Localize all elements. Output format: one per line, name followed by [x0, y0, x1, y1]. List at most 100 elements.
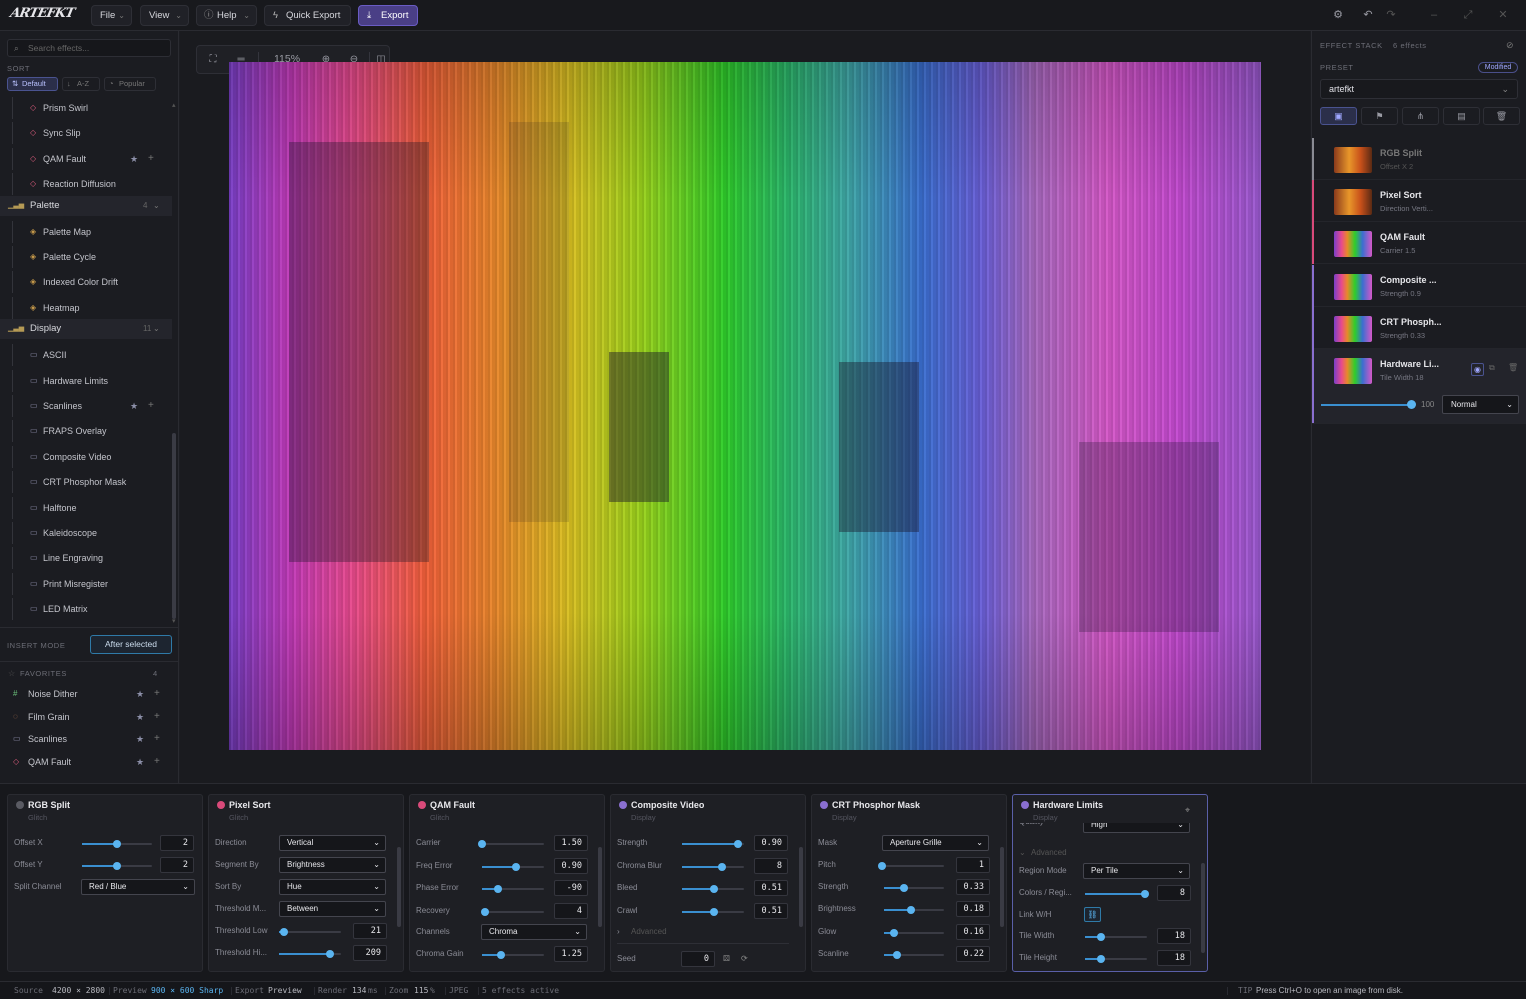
slider-knob[interactable] — [709, 907, 718, 916]
param-value-input[interactable]: 1.25 — [554, 946, 588, 962]
effect-list-item[interactable]: ◈ Palette Map — [0, 220, 172, 243]
maximize-icon[interactable]: ⤢ — [1460, 7, 1476, 23]
stack-item[interactable]: Pixel Sort Direction Verti... — [1312, 180, 1526, 223]
category-display[interactable]: ▁▃▅ Display 11 ⌄ — [0, 319, 172, 340]
param-value-input[interactable]: 1 — [956, 857, 990, 873]
scroll-down-icon[interactable]: ▾ — [172, 617, 176, 625]
effect-list-item[interactable]: ▭ Hardware Limits — [0, 369, 172, 392]
opacity-slider-knob[interactable] — [1407, 400, 1416, 409]
slider-knob[interactable] — [893, 950, 902, 959]
stack-item[interactable]: Composite ... Strength 0.9 — [1312, 264, 1526, 307]
param-value-input[interactable]: 0.22 — [956, 945, 990, 962]
effect-list-item[interactable]: ◇ Prism Swirl — [0, 97, 172, 119]
param-slider[interactable] — [82, 862, 152, 870]
bookmark-icon[interactable]: ⚑ — [1361, 107, 1398, 125]
star-icon[interactable]: ★ — [136, 706, 144, 728]
param-value-input[interactable]: 8 — [754, 857, 788, 874]
param-slider[interactable] — [482, 951, 544, 959]
slider-knob[interactable] — [733, 840, 742, 848]
refresh-icon[interactable]: ⟳ — [741, 954, 803, 963]
param-value-input[interactable]: 0.90 — [754, 835, 788, 851]
star-icon[interactable]: ★ — [130, 395, 138, 417]
advanced-toggle[interactable]: › Advanced — [611, 923, 801, 943]
panel-scrollbar[interactable] — [1000, 833, 1004, 961]
close-icon[interactable]: ✕ — [1495, 7, 1511, 23]
param-slider[interactable] — [1085, 890, 1150, 898]
param-slider[interactable] — [478, 840, 544, 848]
opacity-slider[interactable] — [1321, 404, 1413, 406]
param-value-input[interactable]: 0.90 — [554, 857, 588, 874]
slider-knob[interactable] — [113, 862, 121, 870]
param-select[interactable]: Vertical ⌄ — [279, 835, 386, 851]
undo-icon[interactable]: ↶ — [1360, 7, 1376, 23]
slider-knob[interactable] — [279, 928, 288, 936]
sort-popular-button[interactable]: ◔ Popular — [104, 77, 156, 91]
param-value-input[interactable]: 0.18 — [956, 901, 990, 918]
slider-knob[interactable] — [718, 862, 727, 871]
effect-list-item[interactable]: ◇ QAM Fault ★ + — [0, 147, 172, 170]
param-slider[interactable] — [682, 885, 744, 893]
panel-scrollbar[interactable] — [598, 833, 602, 961]
param-select[interactable]: Hue ⌄ — [279, 879, 386, 895]
slider-knob[interactable] — [709, 885, 718, 893]
param-slider[interactable] — [1085, 955, 1147, 963]
redo-icon[interactable]: ↷ — [1383, 7, 1399, 23]
param-slider[interactable] — [682, 840, 744, 848]
add-icon[interactable]: + — [154, 683, 160, 705]
favorite-item[interactable]: ◌ Film Grain ★ + — [0, 706, 172, 728]
favorite-item[interactable]: ◇ QAM Fault ★ + — [0, 751, 172, 773]
param-slider[interactable] — [884, 928, 944, 937]
param-slider[interactable] — [878, 862, 944, 870]
slider-knob[interactable] — [1096, 933, 1105, 941]
param-slider[interactable] — [481, 907, 544, 916]
param-slider[interactable] — [682, 907, 744, 916]
effect-list-item[interactable]: ▭ ASCII — [0, 344, 172, 367]
param-slider[interactable] — [884, 950, 944, 959]
slider-knob[interactable] — [1141, 890, 1150, 898]
share-icon[interactable]: ⋔ — [1402, 107, 1439, 125]
param-value-input[interactable]: 21 — [353, 923, 387, 939]
param-value-input[interactable]: 8 — [1157, 885, 1191, 901]
effect-list-item[interactable]: ▭ CRT Phosphor Mask — [0, 471, 172, 494]
slider-knob[interactable] — [899, 884, 908, 892]
slider-knob[interactable] — [481, 907, 490, 916]
slider-knob[interactable] — [478, 840, 486, 848]
effect-list-item[interactable]: ▭ Print Misregister — [0, 572, 172, 595]
param-slider[interactable] — [682, 862, 744, 871]
star-icon[interactable]: ★ — [136, 751, 144, 773]
pointer-icon[interactable]: ⌖ — [1185, 805, 1190, 816]
canvas-area[interactable]: ⛶ ═ 115% ⊕ ⊖ ◫ — [180, 31, 1310, 783]
param-value-input[interactable]: 18 — [1157, 928, 1191, 944]
stack-item[interactable]: CRT Phosph... Strength 0.33 — [1312, 306, 1526, 349]
param-select[interactable]: Per Tile ⌄ — [1083, 863, 1190, 879]
param-select[interactable]: Chroma ⌄ — [481, 924, 587, 940]
effect-list-item[interactable]: ▭ Kaleidoscope — [0, 522, 172, 544]
effect-list-item[interactable]: ▭ LED Matrix — [0, 598, 172, 621]
param-slider[interactable] — [884, 906, 944, 915]
add-icon[interactable]: + — [148, 148, 154, 170]
add-icon[interactable]: + — [154, 706, 160, 728]
effect-list-item[interactable]: ▭ Line Engraving — [0, 547, 172, 570]
stack-item[interactable]: QAM Fault Carrier 1.5 — [1312, 222, 1526, 265]
favorite-item[interactable]: ▭ Scanlines ★ + — [0, 728, 172, 750]
effect-list-item[interactable]: ▭ FRAPS Overlay — [0, 420, 172, 443]
quick-export-button[interactable]: ϟ Quick Export — [264, 5, 351, 26]
param-slider[interactable] — [884, 884, 944, 892]
param-slider[interactable] — [279, 928, 341, 936]
fit-screen-icon[interactable]: ⛶ — [201, 46, 225, 73]
param-value-input[interactable]: 0.16 — [956, 923, 990, 940]
slider-knob[interactable] — [889, 928, 898, 937]
param-value-input[interactable]: 2 — [160, 857, 194, 873]
slider-knob[interactable] — [325, 950, 334, 958]
effect-list-item[interactable]: ▭ Composite Video — [0, 445, 172, 468]
duplicate-icon[interactable]: ⧉ — [1489, 363, 1495, 373]
param-value-input[interactable]: 209 — [353, 945, 387, 961]
slider-knob[interactable] — [496, 951, 505, 959]
effect-list-item[interactable]: ▭ Scanlines ★ + — [0, 395, 172, 417]
param-value-input[interactable]: 2 — [160, 835, 194, 851]
add-icon[interactable]: + — [154, 728, 160, 750]
param-value-input[interactable]: -90 — [554, 880, 588, 896]
param-value-input[interactable]: 0.33 — [956, 879, 990, 895]
settings-gear-icon[interactable]: ⚙ — [1330, 7, 1346, 23]
param-slider[interactable] — [482, 862, 544, 871]
